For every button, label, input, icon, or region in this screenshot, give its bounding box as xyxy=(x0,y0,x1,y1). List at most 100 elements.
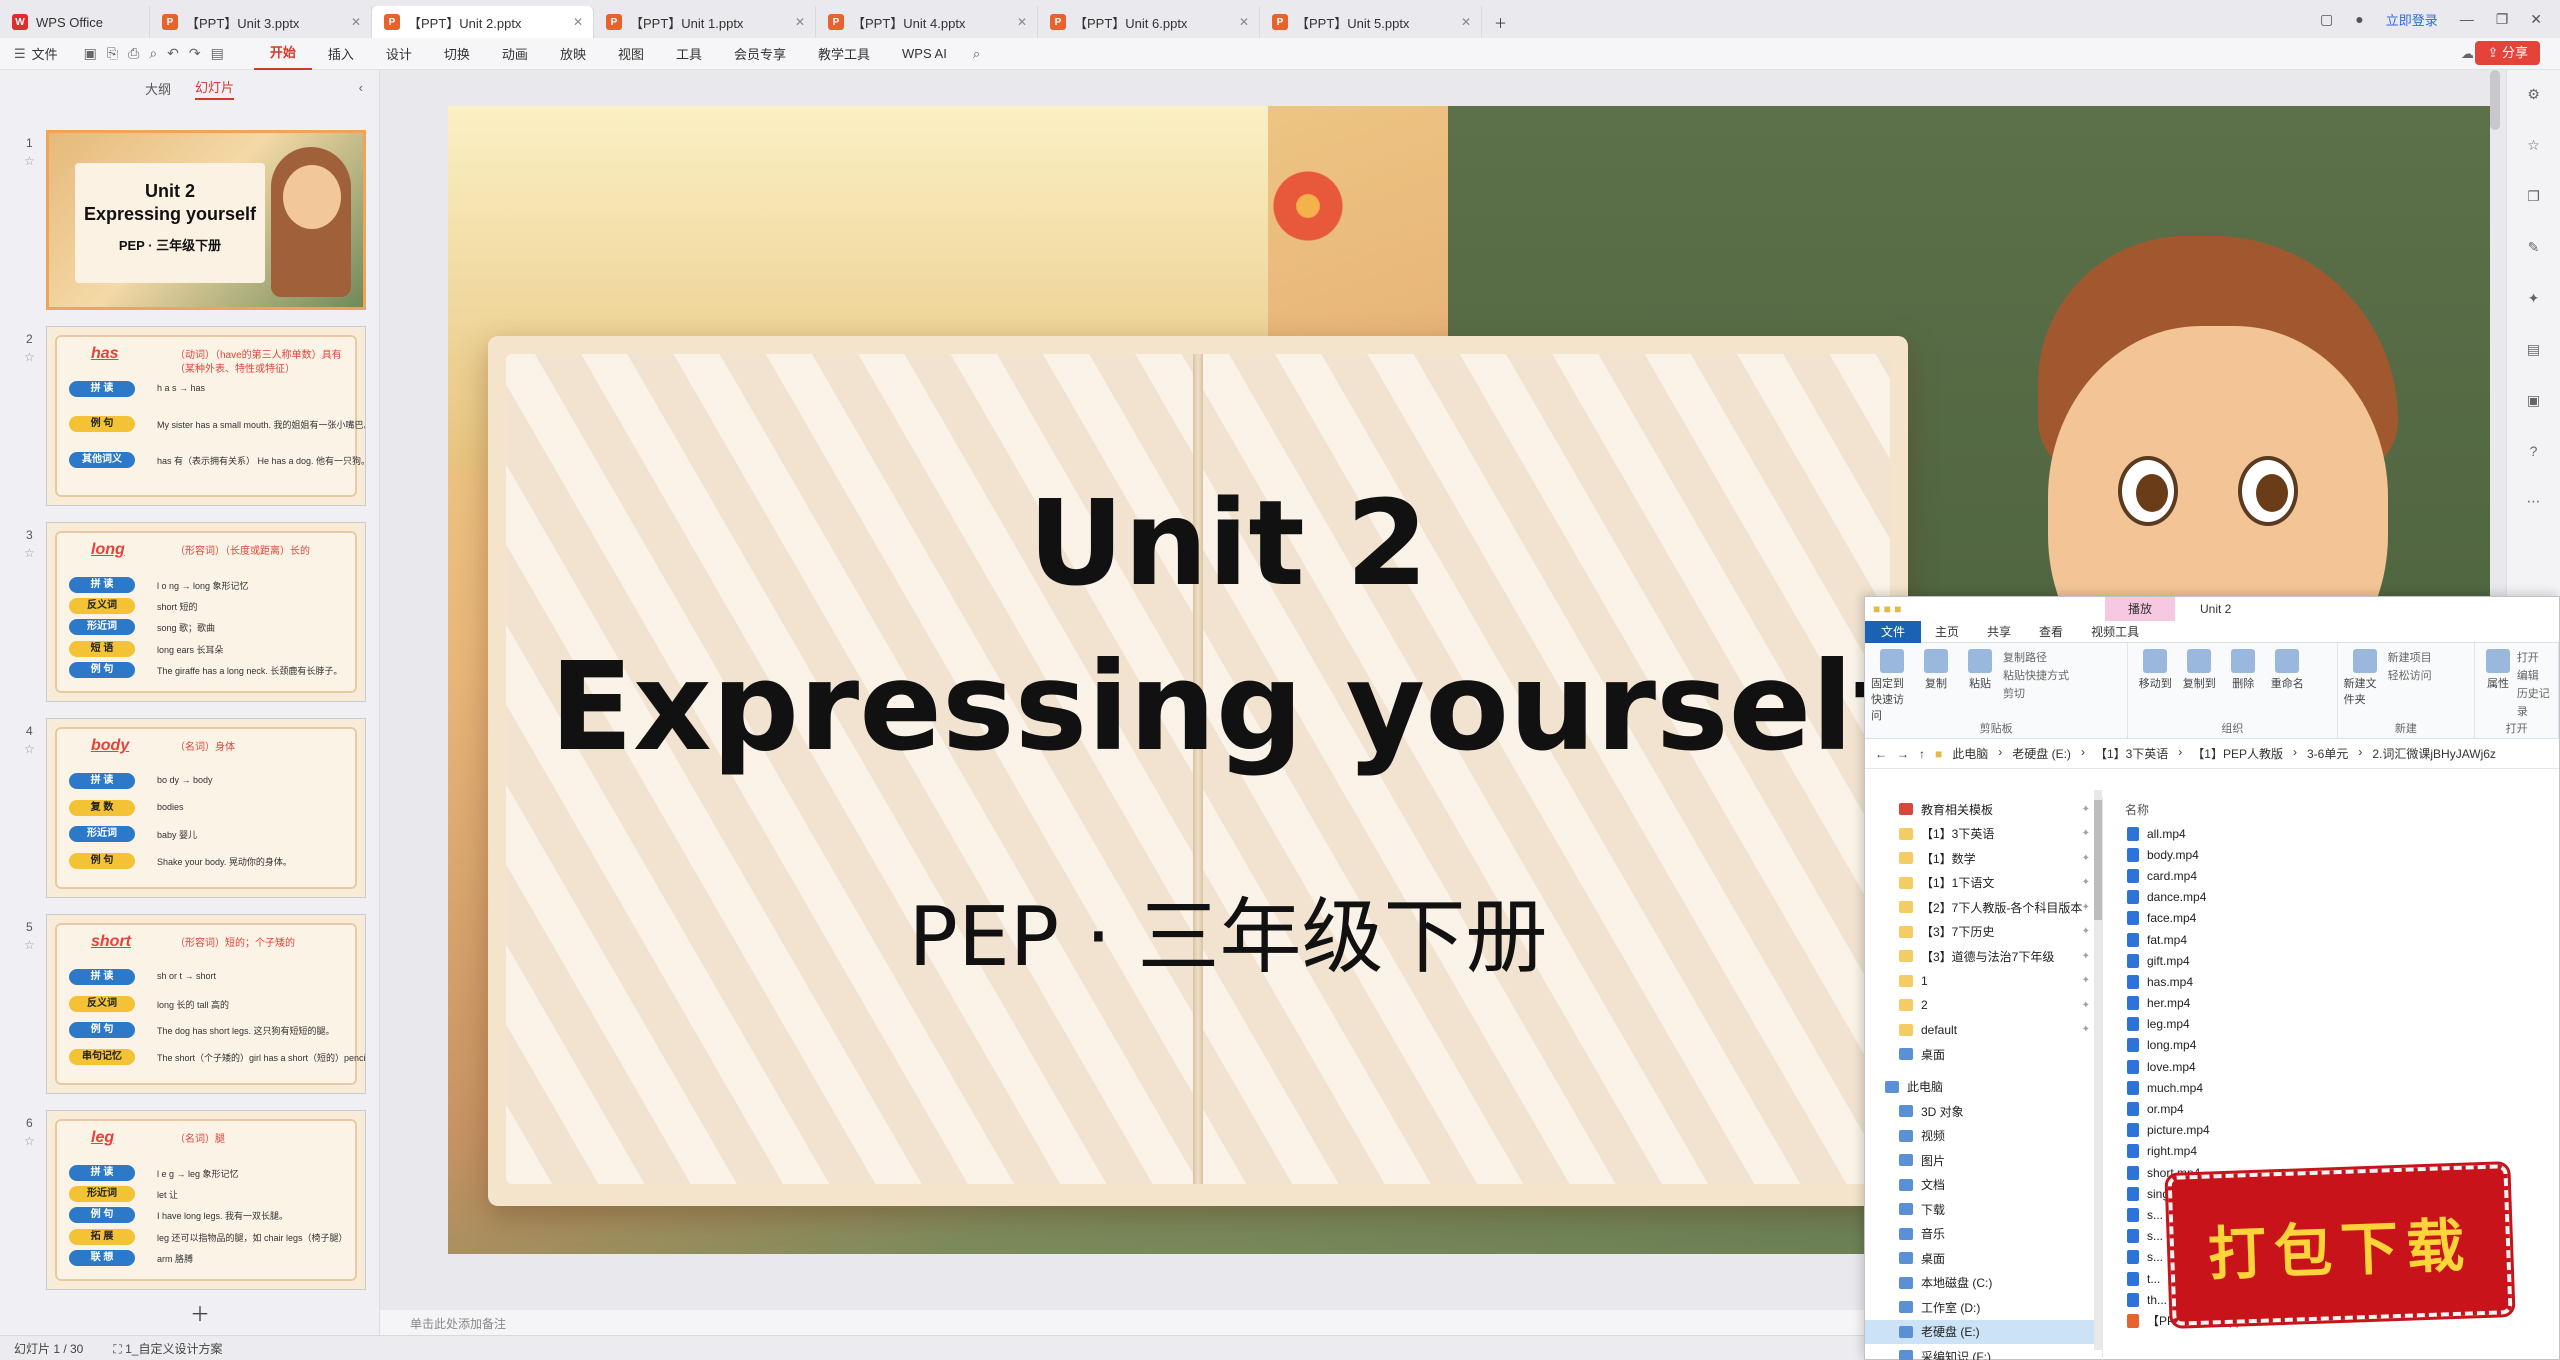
nav-item[interactable]: 音乐 xyxy=(1865,1222,2102,1247)
tab-slides[interactable]: 幻灯片 xyxy=(195,77,235,100)
slide-star-icon[interactable]: ☆ xyxy=(24,154,35,168)
tab-6[interactable]: P 【PPT】Unit 5.pptx ✕ xyxy=(1260,6,1482,38)
file-item[interactable]: love.mp4 xyxy=(2115,1056,2560,1077)
nav-item[interactable]: 图片 xyxy=(1865,1148,2102,1173)
tab-1[interactable]: P 【PPT】Unit 3.pptx ✕ xyxy=(150,6,372,38)
ribbon-small-button[interactable]: 剪切 xyxy=(2003,685,2069,703)
login-link[interactable]: 立即登录 xyxy=(2386,10,2438,29)
menu-item-8[interactable]: 会员专享 xyxy=(718,44,802,63)
tab-close-icon[interactable]: ✕ xyxy=(1461,15,1471,29)
nav-item[interactable]: 采编知识 (F:) xyxy=(1865,1344,2102,1360)
menu-item-2[interactable]: 设计 xyxy=(370,44,428,63)
slide-star-icon[interactable]: ☆ xyxy=(24,350,35,364)
nav-item[interactable]: 下载 xyxy=(1865,1197,2102,1222)
slide-title-unit[interactable]: Unit 2 xyxy=(448,474,2008,612)
ribbon-button[interactable]: 固定到快速访问 xyxy=(1871,649,1913,723)
explorer-tab-1[interactable]: 主页 xyxy=(1921,623,1973,640)
pin-icon[interactable]: ✦ xyxy=(2082,1000,2090,1011)
undo-icon[interactable]: ↶ xyxy=(167,45,179,62)
pin-icon[interactable]: ✦ xyxy=(2082,902,2090,913)
slide-star-icon[interactable]: ☆ xyxy=(24,938,35,952)
slide-star-icon[interactable]: ☆ xyxy=(24,742,35,756)
format-painter-icon[interactable]: ▤ xyxy=(211,45,224,62)
nav-item[interactable]: 【1】3下英语 ✦ xyxy=(1865,822,2102,847)
forward-icon[interactable]: → xyxy=(1897,747,1909,761)
menu-item-6[interactable]: 视图 xyxy=(602,44,660,63)
nav-item[interactable]: 老硬盘 (E:) xyxy=(1865,1319,2102,1344)
ribbon-button[interactable]: 粘贴 xyxy=(1959,649,2001,723)
context-tab-play[interactable]: 播放 xyxy=(2105,597,2175,621)
file-item[interactable]: body.mp4 xyxy=(2115,844,2560,865)
nav-item[interactable]: 此电脑 xyxy=(1865,1075,2102,1100)
ribbon-small-button[interactable]: 编辑 xyxy=(2517,667,2552,685)
ribbon-button[interactable]: 重命名 xyxy=(2266,649,2308,691)
explorer-tab-0[interactable]: 文件 xyxy=(1865,620,1922,643)
back-icon[interactable]: ← xyxy=(1875,747,1887,761)
nav-item[interactable]: 文档 xyxy=(1865,1173,2102,1198)
more-icon[interactable]: ⋯ xyxy=(2527,493,2541,510)
slide-subtitle[interactable]: PEP · 三年级下册 xyxy=(448,870,2008,989)
star-icon[interactable]: ☆ xyxy=(2527,137,2540,154)
ribbon-small-button[interactable]: 新建项目 xyxy=(2388,649,2432,667)
address-segment[interactable]: 老硬盘 (E:) xyxy=(2012,745,2071,762)
nav-item[interactable]: default ✦ xyxy=(1865,1018,2102,1043)
tab-5[interactable]: P 【PPT】Unit 6.pptx ✕ xyxy=(1038,6,1260,38)
export-icon[interactable]: ⎘ xyxy=(107,45,118,62)
share-button[interactable]: ⇪ 分享 xyxy=(2475,41,2540,65)
file-item[interactable]: long.mp4 xyxy=(2115,1035,2560,1056)
ribbon-small-button[interactable]: 历史记录 xyxy=(2517,685,2552,721)
maximize-icon[interactable]: ❐ xyxy=(2496,11,2509,28)
column-header-name[interactable]: 名称 xyxy=(2115,797,2560,823)
address-segment[interactable]: 3-6单元 xyxy=(2307,745,2348,762)
ribbon-button[interactable]: 新建文件夹 xyxy=(2344,649,2386,707)
explorer-tab-4[interactable]: 视频工具 xyxy=(2077,623,2153,640)
file-item[interactable]: face.mp4 xyxy=(2115,908,2560,929)
tab-close-icon[interactable]: ✕ xyxy=(1017,15,1027,29)
nav-item[interactable]: 本地磁盘 (C:) xyxy=(1865,1271,2102,1296)
menu-item-3[interactable]: 切换 xyxy=(428,44,486,63)
file-item[interactable]: card.mp4 xyxy=(2115,865,2560,886)
slide-thumbnail[interactable]: short （形容词）短的；个子矮的拼 读 sh or t → short 反义词 lo… xyxy=(46,914,366,1094)
menu-hamburger-icon[interactable]: ☰ xyxy=(0,46,32,62)
menu-item-4[interactable]: 动画 xyxy=(486,44,544,63)
navpane-scrollbar[interactable] xyxy=(2094,790,2102,1350)
file-item[interactable]: right.mp4 xyxy=(2115,1141,2560,1162)
canvas-scrollbar[interactable] xyxy=(2490,70,2500,130)
pin-icon[interactable]: ✦ xyxy=(2082,828,2090,839)
nav-item[interactable]: 【1】数学 ✦ xyxy=(1865,846,2102,871)
add-slide-button[interactable]: ＋ xyxy=(190,1298,210,1327)
tab-close-icon[interactable]: ✕ xyxy=(1239,15,1249,29)
ribbon-small-button[interactable]: 粘贴快捷方式 xyxy=(2003,667,2069,685)
address-bar[interactable]: ← → ↑ ■ 此电脑 › 老硬盘 (E:) › 【1】3下英语 › 【1】PEP人教版 › 3… xyxy=(1865,739,2559,769)
nav-item[interactable]: 【3】道德与法治7下年级 ✦ xyxy=(1865,944,2102,969)
menu-item-9[interactable]: 教学工具 xyxy=(802,44,886,63)
explorer-tab-2[interactable]: 共享 xyxy=(1973,623,2025,640)
design-scheme[interactable]: ⛶ 1_自定义设计方案 xyxy=(113,1340,222,1357)
adjust-icon[interactable]: ⚙ xyxy=(2527,86,2540,103)
nav-item[interactable]: 2 ✦ xyxy=(1865,993,2102,1018)
menu-item-0[interactable]: 开始 xyxy=(253,38,312,70)
preview-icon[interactable]: ⌕ xyxy=(149,45,157,62)
slide-thumbnail[interactable]: leg （名词）腿拼 读 l e g → leg 象形记忆 形近词 let 让例 句 I … xyxy=(46,1110,366,1290)
design-icon[interactable]: ✎ xyxy=(2528,239,2540,256)
slide-title-main[interactable]: Expressing yourself xyxy=(448,636,2008,778)
close-icon[interactable]: ✕ xyxy=(2530,11,2542,28)
tab-close-icon[interactable]: ✕ xyxy=(351,15,361,29)
quick-access-folder-icon[interactable]: ■ ■ ■ xyxy=(1873,602,1901,616)
file-item[interactable]: picture.mp4 xyxy=(2115,1120,2560,1141)
pin-icon[interactable]: ✦ xyxy=(2082,926,2090,937)
file-item[interactable]: or.mp4 xyxy=(2115,1098,2560,1119)
slide-thumbnail[interactable]: Unit 2 Expressing yourself PEP · 三年级下册 xyxy=(46,130,366,310)
tab-0[interactable]: W WPS Office xyxy=(0,6,150,38)
nav-item[interactable]: 1 ✦ xyxy=(1865,969,2102,994)
menu-item-7[interactable]: 工具 xyxy=(660,44,718,63)
save-icon[interactable]: ▣ xyxy=(84,45,97,62)
address-segment[interactable]: 【1】3下英语 xyxy=(2095,745,2168,762)
file-item[interactable]: her.mp4 xyxy=(2115,993,2560,1014)
file-item[interactable]: leg.mp4 xyxy=(2115,1014,2560,1035)
menu-item-1[interactable]: 插入 xyxy=(312,44,370,63)
redo-icon[interactable]: ↷ xyxy=(189,45,201,62)
file-item[interactable]: has.mp4 xyxy=(2115,971,2560,992)
ribbon-button[interactable]: 移动到 xyxy=(2134,649,2176,691)
nav-item[interactable]: 【3】7下历史 ✦ xyxy=(1865,920,2102,945)
